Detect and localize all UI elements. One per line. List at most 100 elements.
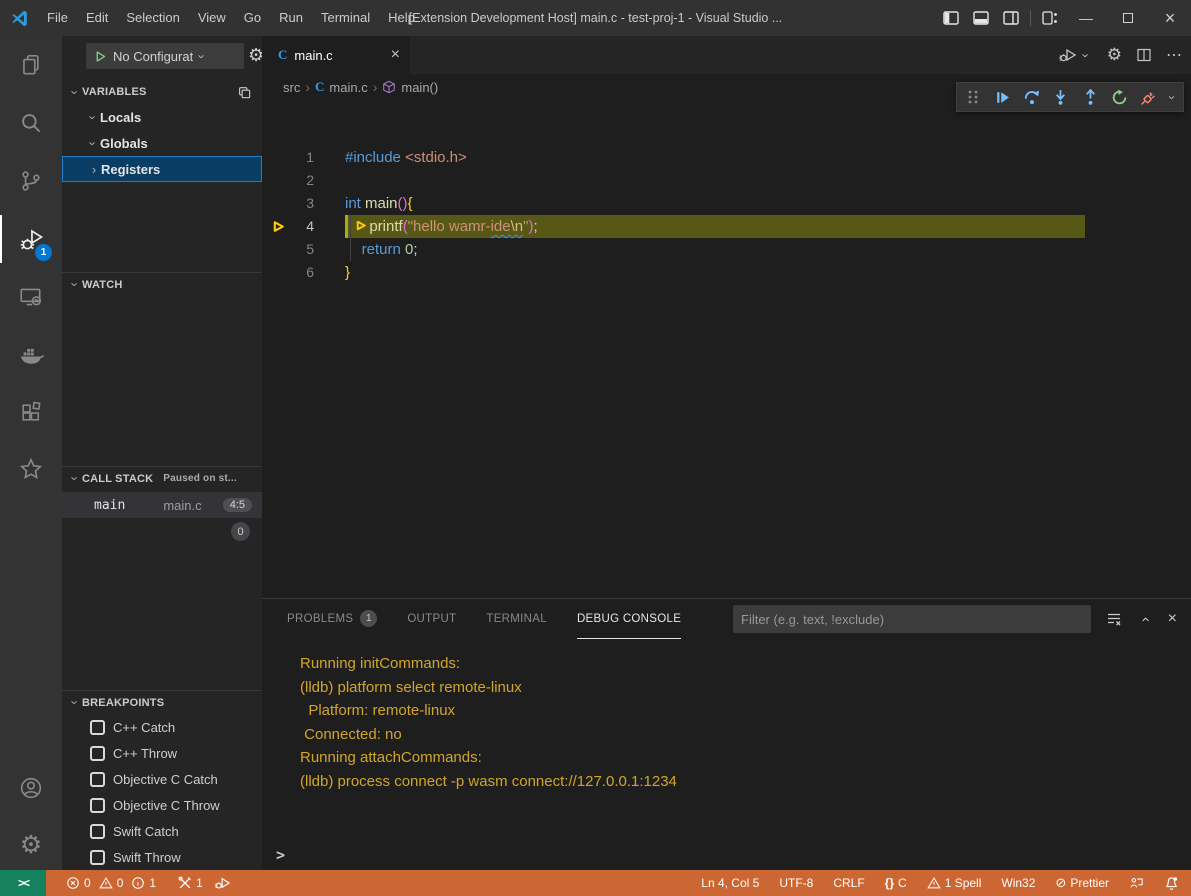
menu-view[interactable]: View (189, 0, 235, 36)
toggle-sidebar-icon[interactable] (936, 0, 966, 36)
close-button[interactable]: × (1149, 0, 1191, 36)
language-mode[interactable]: {} C (879, 870, 913, 896)
tab-problems[interactable]: PROBLEMS 1 (287, 599, 377, 639)
eol-sequence[interactable]: CRLF (827, 870, 870, 896)
checkbox[interactable] (90, 850, 105, 865)
extensions-icon[interactable] (0, 388, 62, 436)
toggle-panel-icon[interactable] (966, 0, 996, 36)
clear-console-icon[interactable] (1106, 611, 1122, 627)
console-line: (lldb) platform select remote-linux (300, 676, 522, 700)
search-icon[interactable] (0, 99, 62, 147)
breakpoint-cpp-throw[interactable]: C++ Throw (62, 740, 262, 766)
breakpoint-objc-catch[interactable]: Objective C Catch (62, 766, 262, 792)
breakpoint-swift-throw[interactable]: Swift Throw (62, 844, 262, 870)
code-line-6[interactable]: 6 } (262, 261, 1191, 284)
run-or-debug-icon[interactable]: › (1059, 47, 1093, 63)
formatter-status[interactable]: ⊘ Prettier (1049, 870, 1115, 896)
feedback-icon[interactable] (1123, 870, 1150, 896)
variables-item-registers[interactable]: › Registers (62, 156, 262, 182)
chevron-down-icon: › (68, 85, 83, 99)
menu-go[interactable]: Go (235, 0, 270, 36)
variables-item-globals[interactable]: › Globals (62, 130, 262, 156)
explorer-icon[interactable] (0, 41, 62, 89)
maximize-panel-icon[interactable]: › (1136, 612, 1153, 626)
breakpoint-swift-catch[interactable]: Swift Catch (62, 818, 262, 844)
breadcrumb-symbol[interactable]: main() (401, 80, 438, 95)
menu-run[interactable]: Run (270, 0, 312, 36)
tools-status-item[interactable]: 1 (172, 870, 209, 896)
console-prompt[interactable]: > (276, 846, 285, 868)
code-editor[interactable]: 1 #include <stdio.h> 2 3 int main(){ 4 p… (262, 100, 1191, 598)
step-out-icon[interactable] (1078, 84, 1102, 110)
breadcrumb-src[interactable]: src (283, 80, 300, 95)
step-over-icon[interactable] (1020, 84, 1044, 110)
breakpoint-cpp-catch[interactable]: C++ Catch (62, 714, 262, 740)
notifications-bell-icon[interactable] (1158, 870, 1185, 896)
console-filter-box[interactable] (733, 605, 1091, 633)
debug-settings-gear-icon[interactable]: ⚙ (248, 45, 262, 66)
checkbox[interactable] (90, 746, 105, 761)
more-actions-icon[interactable]: ⋯ (1166, 45, 1183, 65)
editor-gear-icon[interactable]: ⚙ (1107, 45, 1122, 65)
code-line-3[interactable]: 3 int main(){ (262, 192, 1191, 215)
star-extension-icon[interactable] (0, 445, 62, 493)
tab-debug-console[interactable]: DEBUG CONSOLE (577, 599, 681, 639)
variables-item-locals[interactable]: › Locals (62, 104, 262, 130)
continue-icon[interactable] (990, 84, 1014, 110)
checkbox[interactable] (90, 772, 105, 787)
run-and-debug-icon[interactable]: 1 (0, 215, 62, 263)
platform-target[interactable]: Win32 (995, 870, 1041, 896)
tab-main-c[interactable]: C main.c × (262, 36, 410, 74)
breadcrumb-file[interactable]: main.c (329, 80, 367, 95)
remote-explorer-icon[interactable] (0, 273, 62, 321)
code-line-5[interactable]: 5 return 0; (262, 238, 1191, 261)
checkbox[interactable] (90, 720, 105, 735)
breakpoints-section-header[interactable]: › BREAKPOINTS (62, 690, 262, 714)
watch-section-header[interactable]: › WATCH (62, 272, 262, 296)
debug-config-dropdown[interactable]: No Configurat › (86, 43, 244, 69)
toolbar-chevron-down-icon[interactable]: › (1165, 90, 1180, 103)
call-stack-section-header[interactable]: › CALL STACK Paused on st... (62, 466, 262, 490)
problems-status-item[interactable]: 0 0 1 (60, 870, 162, 896)
chevron-down-icon: › (195, 49, 210, 63)
close-panel-icon[interactable]: × (1168, 610, 1177, 628)
menu-edit[interactable]: Edit (77, 0, 117, 36)
tab-close-icon[interactable]: × (391, 46, 400, 64)
debug-console-output[interactable]: Running initCommands: (lldb) platform se… (262, 645, 1191, 844)
customize-layout-icon[interactable] (1035, 0, 1065, 36)
checkbox[interactable] (90, 798, 105, 813)
variables-section-header[interactable]: › VARIABLES (62, 80, 262, 104)
remote-indicator[interactable]: >< (0, 870, 46, 896)
code-line-4[interactable]: 4 printf("hello wamr-ide\n"); (262, 215, 1191, 238)
settings-gear-icon[interactable]: ⚙ (0, 821, 62, 869)
toggle-secondary-sidebar-icon[interactable] (996, 0, 1026, 36)
source-control-icon[interactable] (0, 157, 62, 205)
menu-terminal[interactable]: Terminal (312, 0, 379, 36)
code-line-2[interactable]: 2 (262, 169, 1191, 192)
console-filter-input[interactable] (733, 605, 1091, 633)
maximize-button[interactable] (1107, 0, 1149, 36)
cursor-position[interactable]: Ln 4, Col 5 (695, 870, 765, 896)
restart-icon[interactable] (1107, 84, 1131, 110)
disconnect-icon[interactable] (1137, 84, 1161, 110)
step-into-icon[interactable] (1049, 84, 1073, 110)
start-debug-icon[interactable] (94, 50, 107, 63)
docker-icon[interactable] (0, 330, 62, 378)
code-line-1[interactable]: 1 #include <stdio.h> (262, 146, 1191, 169)
tab-output[interactable]: OUTPUT (407, 599, 456, 639)
copy-value-icon[interactable] (237, 85, 252, 100)
debug-badge: 1 (35, 244, 52, 261)
stack-frame-row[interactable]: main main.c 4:5 (62, 492, 262, 518)
toolbar-drag-gripper[interactable] (961, 84, 985, 110)
menu-file[interactable]: File (38, 0, 77, 36)
tab-terminal[interactable]: TERMINAL (486, 599, 547, 639)
account-icon[interactable] (0, 764, 62, 812)
encoding[interactable]: UTF-8 (773, 870, 819, 896)
minimize-button[interactable]: — (1065, 0, 1107, 36)
breakpoint-objc-throw[interactable]: Objective C Throw (62, 792, 262, 818)
spell-checker-status[interactable]: 1 Spell (921, 870, 988, 896)
checkbox[interactable] (90, 824, 105, 839)
split-editor-icon[interactable] (1136, 47, 1152, 63)
debug-status-item[interactable] (209, 870, 237, 896)
menu-selection[interactable]: Selection (117, 0, 188, 36)
